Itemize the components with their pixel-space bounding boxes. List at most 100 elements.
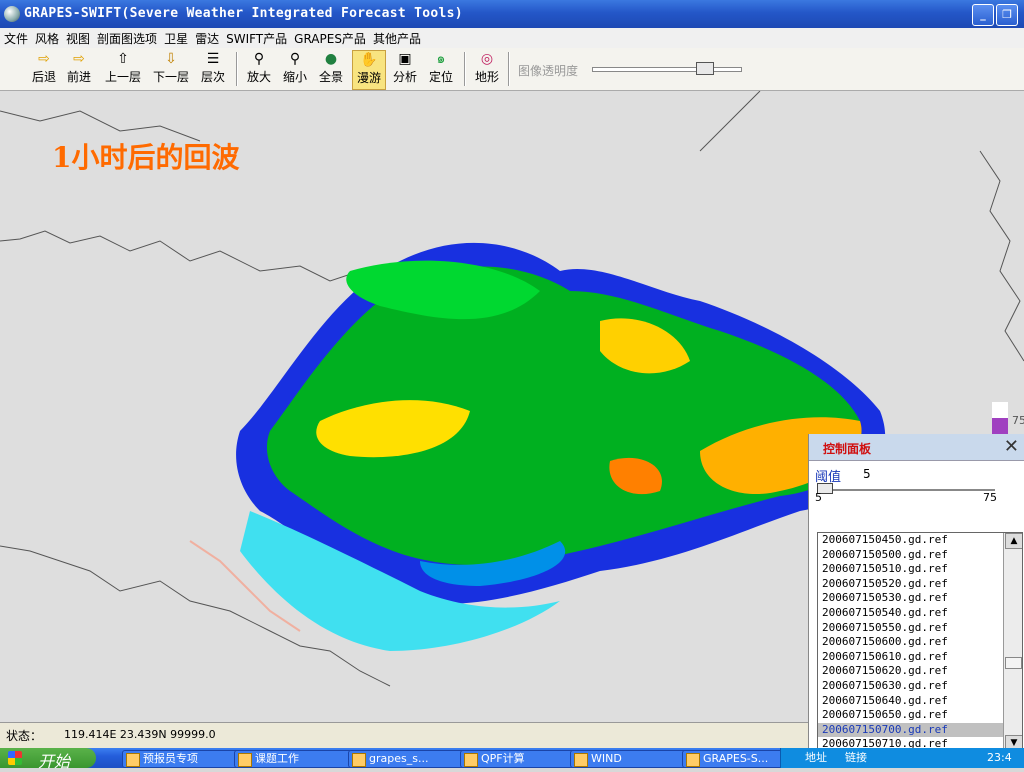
menu-satellite[interactable]: 卫星 (160, 28, 191, 47)
chart-icon: ▣ (398, 51, 412, 67)
clock: 23:4 (987, 751, 1012, 764)
address-label[interactable]: 地址 (805, 748, 827, 768)
menu-profile[interactable]: 剖面图选项 (93, 28, 160, 47)
hand-icon: ✋ (360, 52, 378, 68)
system-tray: 地址 链接 23:4 (780, 748, 1024, 768)
layer-up-icon: ⇧ (117, 51, 129, 67)
list-item[interactable]: 200607150500.gd.ref (818, 548, 1022, 563)
legend-swatch (992, 418, 1008, 434)
layer-down-icon: ⇩ (165, 51, 177, 67)
task-button[interactable]: 课题工作 (234, 750, 352, 768)
menu-swift[interactable]: SWIFT产品 (222, 28, 290, 47)
scroll-up-icon[interactable]: ▲ (1005, 533, 1022, 549)
toolbar-divider (464, 52, 466, 86)
globe-icon: ● (324, 51, 338, 67)
opacity-label: 图像透明度 (518, 64, 579, 78)
analysis-button[interactable]: ▣ 分析 (390, 50, 420, 88)
radar-echo (236, 242, 886, 651)
folder-icon (126, 753, 140, 767)
zoom-out-icon: ⚲ (289, 51, 301, 67)
menu-grapes[interactable]: GRAPES产品 (290, 28, 369, 47)
menu-radar[interactable]: 雷达 (191, 28, 222, 47)
back-icon: ⇨ (38, 51, 50, 67)
menu-other[interactable]: 其他产品 (369, 28, 424, 47)
opacity-slider-thumb[interactable] (696, 62, 714, 75)
list-item-selected[interactable]: 200607150700.gd.ref (818, 722, 1022, 738)
list-item[interactable]: 200607150550.gd.ref (818, 621, 1022, 636)
coordinate-readout: 119.414E 23.439N 99999.0 (64, 728, 216, 741)
opacity-slider-track[interactable] (592, 67, 742, 72)
threshold-max: 75 (983, 491, 997, 504)
list-item[interactable]: 200607150650.gd.ref (818, 708, 1022, 723)
menu-file[interactable]: 文件 (0, 28, 31, 47)
panel-title: 控制面板 (823, 442, 872, 456)
list-item[interactable]: 200607150640.gd.ref (818, 694, 1022, 709)
layer-down-button[interactable]: ⇩ 下一层 (150, 50, 192, 88)
full-view-button[interactable]: ● 全景 (316, 50, 346, 88)
control-panel: 控制面板 ✕ 阈值 5 5 75 200607150450.gd.ref 200… (808, 434, 1024, 752)
zoom-in-icon: ⚲ (253, 51, 265, 67)
toolbar-divider (508, 52, 510, 86)
list-item[interactable]: 200607150630.gd.ref (818, 679, 1022, 694)
minimize-button[interactable]: _ (972, 4, 994, 26)
threshold-value: 5 (863, 467, 871, 481)
start-button[interactable]: 开始 (0, 748, 96, 771)
list-item[interactable]: 200607150510.gd.ref (818, 562, 1022, 577)
zoom-out-button[interactable]: ⚲ 缩小 (280, 50, 310, 88)
task-button[interactable]: QPF计算 (460, 750, 578, 768)
close-icon[interactable]: ✕ (1004, 436, 1019, 457)
list-scrollbar[interactable]: ▲ ▼ (1003, 533, 1022, 751)
toolbar: ⇨ 后退 ⇨ 前进 ⇧ 上一层 ⇩ 下一层 ☰ 层次 ⚲ 放大 ⚲ 缩小 ● 全景 ✋ 漫游 ▣ 分… (0, 48, 1024, 91)
document-icon (464, 753, 478, 767)
menu-bar: 文件 风格 视图 剖面图选项 卫星 雷达 SWIFT产品 GRAPES产品 其他产品 (0, 28, 1024, 49)
terrain-icon: ◎ (480, 51, 494, 67)
color-legend (992, 402, 1008, 434)
legend-max-label: 75 (1012, 414, 1024, 427)
folder-icon (574, 753, 588, 767)
list-item[interactable]: 200607150610.gd.ref (818, 650, 1022, 665)
layers-icon: ☰ (206, 51, 220, 67)
window-title: GRAPES-SWIFT(Severe Weather Integrated F… (24, 6, 463, 21)
maximize-button[interactable]: ❐ (996, 4, 1018, 26)
app-logo-icon (4, 6, 20, 22)
back-button[interactable]: ⇨ 后退 (30, 50, 58, 88)
app-icon (686, 753, 700, 767)
layers-button[interactable]: ☰ 层次 (198, 50, 228, 88)
scroll-thumb[interactable] (1005, 657, 1022, 669)
layer-up-button[interactable]: ⇧ 上一层 (102, 50, 144, 88)
list-item[interactable]: 200607150530.gd.ref (818, 591, 1022, 606)
pan-button[interactable]: ✋ 漫游 (352, 50, 386, 90)
links-label[interactable]: 链接 (845, 748, 867, 768)
terrain-button[interactable]: ◎ 地形 (472, 50, 502, 88)
status-label: 状态： (6, 729, 43, 743)
threshold-min: 5 (815, 491, 822, 504)
locate-button[interactable]: ๑定位 (426, 50, 456, 88)
panel-header: 控制面板 ✕ (809, 434, 1024, 461)
list-item[interactable]: 200607150620.gd.ref (818, 664, 1022, 679)
locate-icon: ๑ (436, 51, 446, 67)
file-list[interactable]: 200607150450.gd.ref 200607150500.gd.ref … (817, 532, 1023, 752)
task-button[interactable]: GRAPES-S... (682, 750, 794, 768)
document-icon (238, 753, 252, 767)
task-button[interactable]: grapes_s... (348, 750, 466, 768)
document-icon (352, 753, 366, 767)
task-button[interactable]: 预报员专项 (122, 750, 240, 768)
task-button[interactable]: WIND (570, 750, 688, 768)
zoom-in-button[interactable]: ⚲ 放大 (244, 50, 274, 88)
map-caption: 1小时后的回波 (52, 141, 240, 174)
status-bar: 状态： 119.414E 23.439N 99999.0 (0, 722, 808, 749)
menu-style[interactable]: 风格 (31, 28, 62, 47)
taskbar: 开始 预报员专项 课题工作 grapes_s... QPF计算 WIND GRA… (0, 748, 1024, 771)
threshold-slider-track[interactable] (819, 489, 995, 491)
legend-swatch (992, 402, 1008, 418)
list-item[interactable]: 200607150600.gd.ref (818, 635, 1022, 650)
toolbar-divider (236, 52, 238, 86)
forward-icon: ⇨ (73, 51, 85, 67)
list-item[interactable]: 200607150450.gd.ref (818, 533, 1022, 548)
menu-view[interactable]: 视图 (62, 28, 93, 47)
list-item[interactable]: 200607150520.gd.ref (818, 577, 1022, 592)
forward-button[interactable]: ⇨ 前进 (64, 50, 94, 88)
list-item[interactable]: 200607150540.gd.ref (818, 606, 1022, 621)
windows-flag-icon (8, 751, 22, 765)
title-bar: GRAPES-SWIFT(Severe Weather Integrated F… (0, 0, 1024, 28)
